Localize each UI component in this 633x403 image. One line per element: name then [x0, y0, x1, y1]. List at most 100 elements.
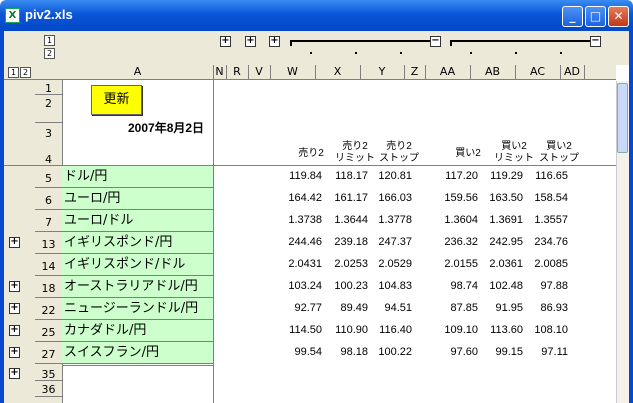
- column-header[interactable]: Z: [404, 65, 425, 79]
- outline-dot: [515, 52, 517, 54]
- header-sell2-stop: 売り2 ストップ: [379, 141, 419, 164]
- row-header[interactable]: 25: [35, 326, 62, 339]
- column-header[interactable]: N: [213, 65, 226, 79]
- value-cell: 92.77: [294, 302, 322, 314]
- row-label: ユーロ/円: [62, 188, 213, 210]
- column-outline-bar: [4, 31, 629, 65]
- row-header[interactable]: 14: [35, 260, 62, 273]
- scrollbar-thumb[interactable]: [617, 83, 628, 153]
- value-cell: 2.0085: [534, 258, 568, 270]
- value-cell: 1.3778: [378, 214, 412, 226]
- column-header[interactable]: Y: [360, 65, 404, 79]
- value-cell: 119.84: [289, 170, 322, 182]
- header-sell2: 売り2: [298, 148, 324, 159]
- row-label: ニュージーランドル/円: [62, 298, 213, 320]
- value-cell: 99.54: [294, 346, 322, 358]
- value-cell: 97.88: [540, 280, 568, 292]
- row-header[interactable]: 27: [35, 348, 62, 361]
- value-cell: 89.49: [340, 302, 368, 314]
- row-divider: [35, 122, 62, 123]
- value-cell: 2.0253: [334, 258, 368, 270]
- column-header[interactable]: A: [62, 65, 213, 79]
- column-header[interactable]: AC: [515, 65, 560, 79]
- value-cell: 99.15: [495, 346, 523, 358]
- expand-row-group-button[interactable]: +: [9, 368, 20, 379]
- value-cell: 166.03: [378, 192, 412, 204]
- value-cell: 1.3691: [489, 214, 523, 226]
- col-level-1-button[interactable]: 1: [44, 35, 55, 46]
- outline-dot: [355, 52, 357, 54]
- row-divider: [35, 209, 62, 210]
- expand-col-group-button[interactable]: +: [245, 36, 256, 47]
- row-divider: [35, 319, 62, 320]
- header-bottom-line: [4, 79, 616, 80]
- col-group-bracket: [290, 40, 432, 46]
- spreadsheet[interactable]: 1 2 1 2 + + + − − 1 2 3 4 更新 2007年8月2日 売…: [4, 31, 629, 403]
- expand-row-group-button[interactable]: +: [9, 303, 20, 314]
- value-cell: 117.20: [445, 170, 478, 182]
- row-level-2-button[interactable]: 2: [20, 67, 31, 78]
- value-cell: 103.24: [288, 280, 322, 292]
- header-sell2-limit: 売り2 リミット: [335, 141, 375, 164]
- row-divider: [35, 94, 62, 95]
- value-cell: 2.0431: [288, 258, 322, 270]
- col-level-2-button[interactable]: 2: [44, 48, 55, 59]
- column-header[interactable]: AA: [425, 65, 470, 79]
- value-cell: 116.65: [535, 170, 568, 182]
- row-header[interactable]: 7: [35, 216, 62, 229]
- expand-col-group-button[interactable]: +: [269, 36, 280, 47]
- label-bottom-line: [62, 365, 213, 366]
- row-header-3[interactable]: 3: [35, 127, 62, 140]
- row-divider: [35, 341, 62, 342]
- value-cell: 247.37: [378, 236, 412, 248]
- expand-row-group-button[interactable]: +: [9, 325, 20, 336]
- column-header[interactable]: AB: [470, 65, 515, 79]
- column-header[interactable]: V: [248, 65, 270, 79]
- row-header[interactable]: 22: [35, 304, 62, 317]
- expand-row-group-button[interactable]: +: [9, 237, 20, 248]
- column-header[interactable]: W: [270, 65, 315, 79]
- value-cell: 2.0155: [444, 258, 478, 270]
- row-level-1-button[interactable]: 1: [8, 67, 19, 78]
- outline-dot: [560, 52, 562, 54]
- row-header[interactable]: 18: [35, 282, 62, 295]
- value-cell: 1.3644: [334, 214, 368, 226]
- collapse-col-group-button[interactable]: −: [590, 36, 601, 47]
- expand-col-group-button[interactable]: +: [220, 36, 231, 47]
- value-cell: 94.51: [384, 302, 412, 314]
- column-divider: [584, 65, 585, 79]
- value-cell: 100.23: [334, 280, 368, 292]
- value-cell: 159.56: [444, 192, 478, 204]
- value-cell: 164.42: [288, 192, 322, 204]
- value-cell: 2.0361: [489, 258, 523, 270]
- row-label: ドル/円: [62, 166, 213, 188]
- value-cell: 1.3738: [288, 214, 322, 226]
- expand-row-group-button[interactable]: +: [9, 281, 20, 292]
- value-cell: 100.22: [378, 346, 412, 358]
- column-header[interactable]: X: [315, 65, 360, 79]
- minimize-button[interactable]: _: [562, 6, 583, 27]
- value-cell: 239.18: [334, 236, 368, 248]
- refresh-button[interactable]: 更新: [91, 85, 142, 115]
- row-header[interactable]: 6: [35, 194, 62, 207]
- maximize-button[interactable]: □: [585, 6, 606, 27]
- row-header[interactable]: 36: [35, 383, 62, 396]
- row-label: ユーロ/ドル: [62, 210, 213, 232]
- row-divider: [35, 231, 62, 232]
- row-header[interactable]: 13: [35, 238, 62, 251]
- expand-row-group-button[interactable]: +: [9, 347, 20, 358]
- close-button[interactable]: ✕: [608, 6, 629, 27]
- collapse-col-group-button[interactable]: −: [430, 36, 441, 47]
- value-cell: 97.11: [541, 346, 568, 358]
- row-header-2[interactable]: 2: [35, 97, 62, 110]
- report-date: 2007年8月2日: [128, 121, 205, 135]
- row-divider: [35, 363, 62, 364]
- value-cell: 98.18: [340, 346, 368, 358]
- outline-dot: [470, 52, 472, 54]
- row-label: オーストラリアドル/円: [62, 276, 213, 298]
- column-header[interactable]: AD: [560, 65, 584, 79]
- column-header[interactable]: R: [226, 65, 248, 79]
- value-cell: 119.29: [490, 170, 523, 182]
- value-cell: 113.60: [490, 324, 523, 336]
- row-header[interactable]: 5: [35, 172, 62, 185]
